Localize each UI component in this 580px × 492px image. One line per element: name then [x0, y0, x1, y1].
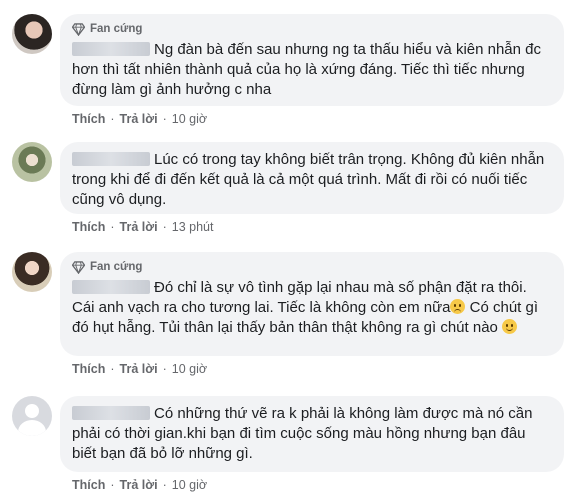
comment-bubble: Lúc có trong tay không biết trân trọng. …: [60, 142, 564, 214]
badge-label: Fan cứng: [90, 23, 143, 35]
avatar-body-shape: [18, 420, 46, 436]
diamond-icon: [72, 260, 85, 274]
comment-text: Lúc có trong tay không biết trân trọng. …: [72, 150, 550, 210]
reply-link[interactable]: Trả lời: [120, 220, 158, 234]
avatar-head-shape: [25, 404, 39, 418]
blurred-author-name[interactable]: [72, 152, 150, 166]
smile-emoji: [502, 319, 518, 334]
separator: ·: [162, 220, 167, 234]
diamond-icon: [72, 22, 85, 36]
comment-bubble: Fan cứng Đó chỉ là sự vô tình gặp lại nh…: [60, 252, 564, 356]
comment-actions: Thích · Trả lời · 13 phút: [72, 220, 213, 234]
comment-bubble: Fan cứng Ng đàn bà đến sau nhưng ng ta t…: [60, 14, 564, 106]
avatar[interactable]: [12, 252, 52, 292]
comment-text: Có những thứ vẽ ra k phải là không làm đ…: [72, 404, 550, 464]
timestamp[interactable]: 10 giờ: [172, 112, 207, 126]
badge-label: Fan cứng: [90, 261, 143, 273]
separator: ·: [162, 362, 167, 376]
reply-link[interactable]: Trả lời: [120, 362, 158, 376]
comment-text: Đó chỉ là sự vô tình gặp lại nhau mà số …: [72, 278, 550, 338]
blurred-author-name[interactable]: [72, 280, 150, 294]
like-link[interactable]: Thích: [72, 362, 105, 376]
reply-link[interactable]: Trả lời: [120, 112, 158, 126]
blurred-author-name[interactable]: [72, 406, 150, 420]
sad-face-emoji: [450, 299, 466, 314]
separator: ·: [110, 220, 115, 234]
separator: ·: [162, 478, 167, 492]
avatar[interactable]: [12, 142, 52, 182]
timestamp[interactable]: 10 giờ: [172, 478, 207, 492]
like-link[interactable]: Thích: [72, 112, 105, 126]
separator: ·: [110, 362, 115, 376]
comment-actions: Thích · Trả lời · 10 giờ: [72, 362, 207, 376]
comment-actions: Thích · Trả lời · 10 giờ: [72, 112, 207, 126]
blurred-author-name[interactable]: [72, 42, 150, 56]
fan-badge: Fan cứng: [72, 260, 550, 274]
timestamp[interactable]: 10 giờ: [172, 362, 207, 376]
separator: ·: [110, 478, 115, 492]
comment-bubble: Có những thứ vẽ ra k phải là không làm đ…: [60, 396, 564, 472]
separator: ·: [110, 112, 115, 126]
reply-link[interactable]: Trả lời: [120, 478, 158, 492]
avatar[interactable]: [12, 14, 52, 54]
separator: ·: [162, 112, 167, 126]
comment-text: Ng đàn bà đến sau nhưng ng ta thấu hiểu …: [72, 40, 550, 100]
like-link[interactable]: Thích: [72, 220, 105, 234]
comment-actions: Thích · Trả lời · 10 giờ: [72, 478, 207, 492]
like-link[interactable]: Thích: [72, 478, 105, 492]
default-avatar[interactable]: [12, 396, 52, 436]
fan-badge: Fan cứng: [72, 22, 550, 36]
timestamp[interactable]: 13 phút: [172, 220, 214, 234]
